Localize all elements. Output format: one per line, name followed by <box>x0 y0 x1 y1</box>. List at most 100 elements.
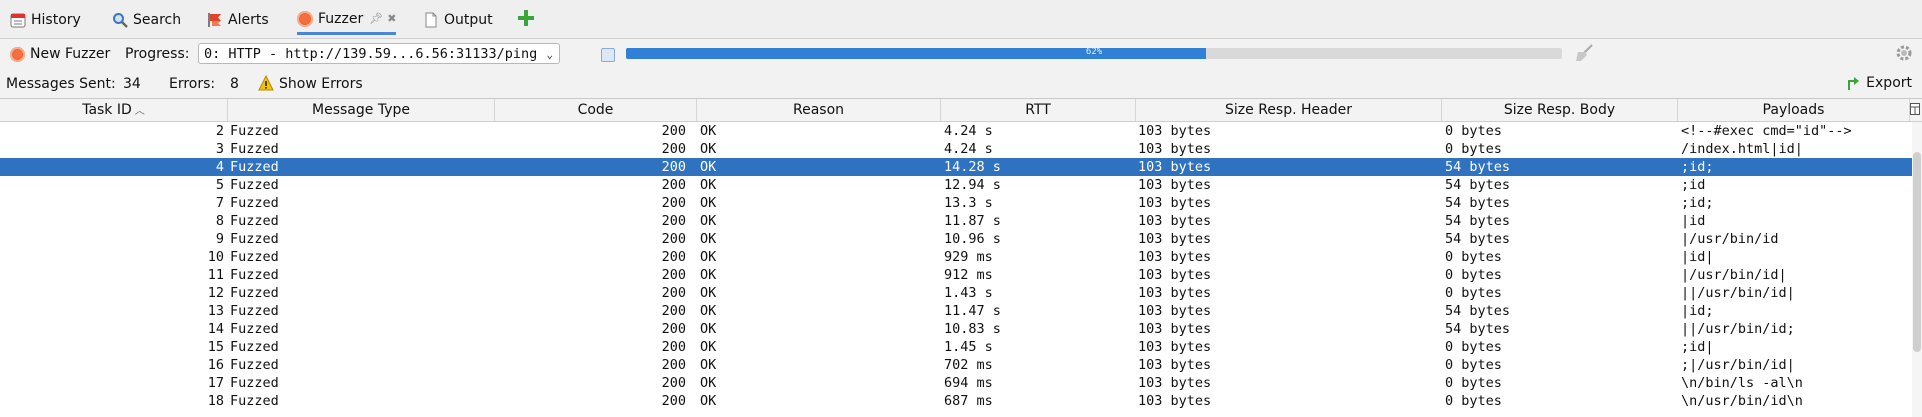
cell-payload: /index.html|id| <box>1681 141 1803 157</box>
cell-code: 200 <box>661 141 686 157</box>
export-button[interactable]: Export <box>1847 75 1912 91</box>
cell-rtt: 4.24 s <box>944 141 993 157</box>
cell-task-id: 7 <box>215 195 224 211</box>
table-row[interactable]: 4 Fuzzed 200 OK 14.28 s 103 bytes 54 bytes ;id; <box>0 158 1912 176</box>
tab-fuzzer[interactable]: Fuzzer 📌︎ ✖ <box>297 5 397 35</box>
cell-reason: OK <box>700 339 717 355</box>
column-header-size-resp-body[interactable]: Size Resp. Body <box>1442 99 1678 121</box>
cell-size-resp-header: 103 bytes <box>1138 393 1212 409</box>
stats-bar: Messages Sent: 34 Errors: 8 Show Errors <box>0 70 1922 98</box>
cell-code: 200 <box>661 357 686 373</box>
table-row[interactable]: 8 Fuzzed 200 OK 11.87 s 103 bytes 54 bytes |id <box>0 212 1912 230</box>
cell-reason: OK <box>700 141 717 157</box>
progress-select[interactable]: 0: HTTP - http://139.59...6.56:31133/pin… <box>198 43 560 64</box>
table-row[interactable]: 18 Fuzzed 200 OK 687 ms 103 bytes 0 bytes \n/us… <box>0 392 1912 410</box>
cell-size-resp-body: 54 bytes <box>1445 321 1511 337</box>
column-header-message-type[interactable]: Message Type <box>228 99 495 121</box>
clean-broom-icon[interactable] <box>1574 44 1594 62</box>
tab-fuzzer-label: Fuzzer <box>318 10 364 27</box>
table-row[interactable]: 14 Fuzzed 200 OK 10.83 s 103 bytes 54 bytes ||/… <box>0 320 1912 338</box>
cell-size-resp-body: 54 bytes <box>1445 195 1511 211</box>
cell-task-id: 2 <box>215 123 224 139</box>
table-row[interactable]: 7 Fuzzed 200 OK 13.3 s 103 bytes 54 bytes ;id; <box>0 194 1912 212</box>
table-row[interactable]: 2 Fuzzed 200 OK 4.24 s 103 bytes 0 bytes <!--#e… <box>0 122 1912 140</box>
column-header-payloads[interactable]: Payloads <box>1678 99 1910 121</box>
cell-message-type: Fuzzed <box>230 285 279 301</box>
sort-ascending-icon: ︿ <box>134 106 145 117</box>
scrollbar-thumb[interactable] <box>1913 152 1921 352</box>
cell-payload: ;id| <box>1681 339 1714 355</box>
column-header-rtt[interactable]: RTT <box>941 99 1136 121</box>
column-chooser-icon[interactable] <box>1910 103 1920 115</box>
tab-alerts[interactable]: Alerts <box>207 5 269 35</box>
table-row[interactable]: 3 Fuzzed 200 OK 4.24 s 103 bytes 0 bytes/index… <box>0 140 1912 158</box>
cell-payload: |id <box>1681 213 1706 229</box>
table-row[interactable]: 5 Fuzzed 200 OK 12.94 s 103 bytes 54 bytes ;id <box>0 176 1912 194</box>
cell-payload: ||/usr/bin/id; <box>1681 321 1795 337</box>
cell-task-id: 3 <box>215 141 224 157</box>
tab-history[interactable]: History <box>10 5 81 35</box>
cell-size-resp-header: 103 bytes <box>1138 159 1212 175</box>
table-row[interactable]: 15 Fuzzed 200 OK 1.45 s 103 bytes 0 bytes ;id| <box>0 338 1912 356</box>
pin-icon[interactable]: 📌︎ <box>369 12 383 25</box>
tab-search[interactable]: Search <box>112 5 181 35</box>
gear-icon[interactable] <box>1895 44 1913 62</box>
cell-code: 200 <box>661 339 686 355</box>
cell-rtt: 702 ms <box>944 357 993 373</box>
cell-size-resp-body: 54 bytes <box>1445 213 1511 229</box>
cell-message-type: Fuzzed <box>230 267 279 283</box>
cell-rtt: 929 ms <box>944 249 993 265</box>
cell-message-type: Fuzzed <box>230 141 279 157</box>
cell-task-id: 15 <box>207 339 224 355</box>
cell-size-resp-body: 54 bytes <box>1445 231 1511 247</box>
cell-size-resp-body: 0 bytes <box>1445 285 1502 301</box>
cell-reason: OK <box>700 249 717 265</box>
table-header: Task ID ︿ Message Type Code Reason RTT Si… <box>0 99 1922 122</box>
new-fuzzer-button[interactable]: New Fuzzer <box>10 38 110 70</box>
cell-message-type: Fuzzed <box>230 123 279 139</box>
column-label: Size Resp. Body <box>1503 102 1616 118</box>
cell-payload: ;id; <box>1681 195 1714 211</box>
cell-rtt: 11.47 s <box>944 303 1001 319</box>
cell-task-id: 13 <box>207 303 224 319</box>
cell-size-resp-header: 103 bytes <box>1138 249 1212 265</box>
column-header-code[interactable]: Code <box>495 99 697 121</box>
column-header-task-id[interactable]: Task ID ︿ <box>0 99 228 121</box>
column-label: RTT <box>1025 102 1051 118</box>
results-table: Task ID ︿ Message Type Code Reason RTT Si… <box>0 98 1922 417</box>
cell-reason: OK <box>700 375 717 391</box>
table-row[interactable]: 10 Fuzzed 200 OK 929 ms 103 bytes 0 bytes |id| <box>0 248 1912 266</box>
add-tab-icon[interactable] <box>518 10 534 26</box>
column-label: Reason <box>792 102 845 118</box>
cell-rtt: 687 ms <box>944 393 993 409</box>
cell-task-id: 16 <box>207 357 224 373</box>
cell-message-type: Fuzzed <box>230 321 279 337</box>
cell-code: 200 <box>661 375 686 391</box>
tab-alerts-label: Alerts <box>228 12 269 28</box>
table-row[interactable]: 13 Fuzzed 200 OK 11.47 s 103 bytes 54 bytes |id… <box>0 302 1912 320</box>
messages-sent-label: Messages Sent: <box>6 76 116 92</box>
table-row[interactable]: 17 Fuzzed 200 OK 694 ms 103 bytes 0 bytes \n/bi… <box>0 374 1912 392</box>
column-header-size-resp-header[interactable]: Size Resp. Header <box>1136 99 1442 121</box>
fuzzer-icon <box>297 10 313 27</box>
tab-output[interactable]: Output <box>423 5 493 35</box>
vertical-scrollbar[interactable] <box>1912 122 1922 417</box>
progress-checkbox[interactable] <box>601 48 615 62</box>
table-row[interactable]: 12 Fuzzed 200 OK 1.43 s 103 bytes 0 bytes ||/us… <box>0 284 1912 302</box>
cell-payload: |/usr/bin/id <box>1681 231 1779 247</box>
search-icon <box>112 12 128 28</box>
progress-text: 62% <box>1085 47 1103 57</box>
cell-rtt: 1.43 s <box>944 285 993 301</box>
cell-message-type: Fuzzed <box>230 159 279 175</box>
cell-rtt: 1.45 s <box>944 339 993 355</box>
cell-size-resp-body: 0 bytes <box>1445 249 1502 265</box>
show-errors-button[interactable]: Show Errors <box>279 76 363 92</box>
column-header-reason[interactable]: Reason <box>697 99 941 121</box>
table-row[interactable]: 11 Fuzzed 200 OK 912 ms 103 bytes 0 bytes |/usr… <box>0 266 1912 284</box>
cell-reason: OK <box>700 357 717 373</box>
cell-message-type: Fuzzed <box>230 177 279 193</box>
close-tab-icon[interactable]: ✖ <box>387 12 396 25</box>
table-row[interactable]: 16 Fuzzed 200 OK 702 ms 103 bytes 0 bytes ;|/us… <box>0 356 1912 374</box>
cell-code: 200 <box>661 321 686 337</box>
table-row[interactable]: 9 Fuzzed 200 OK 10.96 s 103 bytes 54 bytes |/us… <box>0 230 1912 248</box>
